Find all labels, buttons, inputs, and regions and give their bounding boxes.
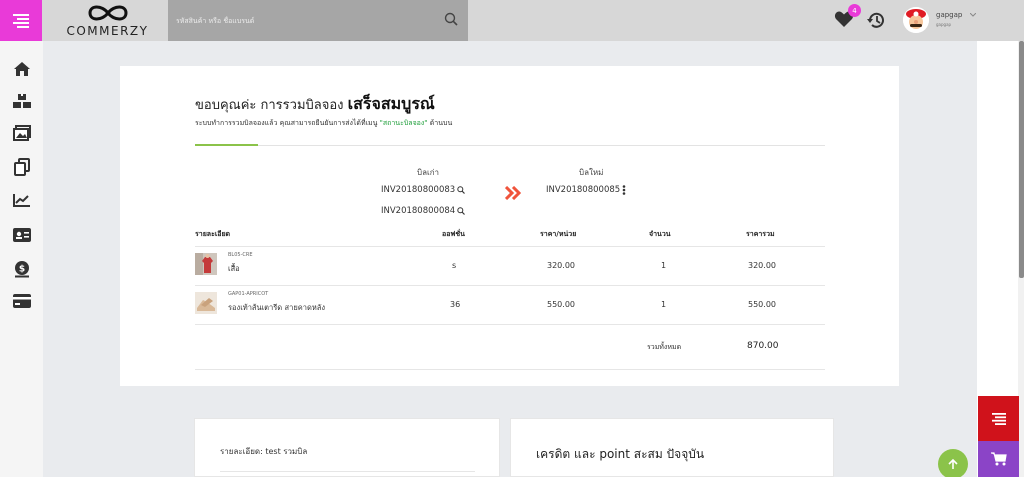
history-icon[interactable] (866, 10, 886, 30)
cart-float-button[interactable] (978, 441, 1019, 477)
bill-detail-text: รายละเอียด: test รวมบิล (220, 447, 308, 456)
id-card-icon (13, 228, 31, 242)
old-bill-number: INV20180800084 (381, 206, 456, 216)
product-unit-price: 550.00 (547, 300, 575, 309)
home-icon (14, 62, 30, 76)
subtitle-after: ด้านบน (427, 119, 453, 127)
new-bill-label: บิลใหม่ (579, 168, 604, 177)
list-icon (991, 412, 1006, 425)
top-bar: COMMERZY 4 gapgap gapgap (0, 0, 1024, 41)
row-divider (195, 324, 825, 325)
product-option: 36 (450, 300, 461, 309)
page-title: ขอบคุณค่ะ การรวมบิลจอง เสร็จสมบูรณ์ (195, 92, 435, 117)
row-divider (195, 285, 825, 286)
old-bill-2[interactable]: INV20180800084 (381, 206, 466, 216)
user-name[interactable]: gapgap (936, 11, 962, 19)
scroll-to-top-button[interactable] (938, 449, 968, 477)
product-name: เสื้อ (228, 264, 240, 273)
cart-icon (990, 452, 1007, 466)
sidebar-item-documents[interactable] (12, 157, 32, 177)
user-avatar[interactable] (903, 7, 929, 33)
chart-icon (13, 194, 30, 207)
old-bill-number: INV20180800083 (381, 185, 456, 195)
new-bill[interactable]: INV20180800085 (546, 185, 626, 195)
product-total: 320.00 (748, 261, 776, 270)
shoe-photo-icon (195, 292, 217, 314)
menu-icon (13, 13, 29, 28)
subtitle-before: ระบบทำการรวมบิลจองแล้ว คุณสามารถยืนยันกา… (195, 119, 380, 127)
old-bill-1[interactable]: INV20180800083 (381, 185, 466, 195)
sidebar-item-gallery[interactable] (12, 123, 32, 143)
title-prefix: ขอบคุณค่ะ การรวมบิลจอง (195, 98, 344, 113)
search-input[interactable] (168, 0, 433, 41)
scrollbar-thumb[interactable] (1019, 41, 1024, 278)
product-total: 550.00 (748, 300, 776, 309)
product-sku: BL05-CRE (228, 252, 253, 258)
header-unit-price: ราคา/หน่วย (540, 230, 577, 238)
menu-toggle-button[interactable] (0, 0, 42, 41)
commerzy-logo[interactable]: COMMERZY (55, 2, 160, 40)
grand-total-label: รวมทั้งหมด (647, 343, 682, 351)
grand-total-value: 870.00 (747, 341, 779, 351)
credit-points-card: เครดิต และ point สะสม ปัจจุบัน (510, 418, 834, 477)
sidebar-item-home[interactable] (12, 59, 32, 79)
old-bill-label: บิลเก่า (417, 168, 440, 177)
header-divider (195, 246, 825, 247)
search-icon[interactable] (444, 12, 458, 26)
more-vertical-icon[interactable] (622, 185, 626, 195)
infinity-logo-icon (87, 5, 128, 21)
product-thumbnail[interactable] (195, 253, 217, 275)
new-bill-number: INV20180800085 (546, 185, 621, 195)
product-sku: GAP01-APRICOT (228, 291, 269, 297)
search-bar (168, 0, 468, 41)
sidebar-item-finance[interactable]: $ (12, 259, 32, 279)
mario-avatar-icon (903, 7, 929, 33)
merge-result-card: ขอบคุณค่ะ การรวมบิลจอง เสร็จสมบูรณ์ ระบบ… (120, 66, 899, 386)
booking-status-link[interactable]: "สถานะบิลจอง" (380, 119, 428, 127)
svg-text:$: $ (19, 265, 25, 275)
header-total: ราคารวม (746, 230, 775, 238)
product-name: รองเท้าส้นเตารีด สายคาดหลัง (228, 303, 326, 312)
title-bold: เสร็จสมบูรณ์ (347, 94, 435, 113)
product-quantity: 1 (661, 300, 667, 309)
product-unit-price: 320.00 (547, 261, 575, 270)
product-thumbnail[interactable] (195, 292, 217, 314)
product-option: s (452, 261, 457, 270)
copy-icon (14, 158, 30, 176)
product-quantity: 1 (661, 261, 667, 270)
user-subtitle: gapgap (936, 22, 952, 27)
boxes-icon (13, 94, 31, 108)
search-icon[interactable] (457, 207, 466, 215)
sidebar-item-payments[interactable] (12, 291, 32, 311)
money-icon: $ (15, 261, 29, 278)
header-details: รายละเอียด (195, 230, 231, 238)
credit-card-icon (13, 294, 31, 308)
double-chevron-right-icon (505, 186, 521, 200)
search-icon[interactable] (457, 186, 466, 194)
sidebar-item-contacts[interactable] (12, 225, 32, 245)
list-float-button[interactable] (978, 396, 1019, 441)
bill-detail-card: รายละเอียด: test รวมบิล (194, 418, 500, 477)
images-icon (13, 125, 31, 141)
sidebar-item-products[interactable] (12, 91, 32, 111)
header-option: ออฟชั่น (442, 230, 465, 238)
total-divider (195, 369, 825, 370)
header-quantity: จำนวน (649, 230, 671, 238)
title-divider-accent (195, 144, 258, 146)
sidebar: $ (0, 41, 43, 477)
chevron-down-icon[interactable] (970, 13, 976, 17)
wishlist-count-badge: 4 (848, 4, 861, 17)
credit-points-title: เครดิต และ point สะสม ปัจจุบัน (536, 447, 705, 461)
title-divider (195, 145, 825, 146)
logo-text: COMMERZY (66, 24, 149, 38)
sidebar-item-reports[interactable] (12, 190, 32, 210)
page-subtitle: ระบบทำการรวมบิลจองแล้ว คุณสามารถยืนยันกา… (195, 118, 452, 129)
arrow-up-icon (948, 458, 958, 469)
detail-divider (220, 471, 475, 472)
shirt-photo-icon (195, 253, 217, 275)
